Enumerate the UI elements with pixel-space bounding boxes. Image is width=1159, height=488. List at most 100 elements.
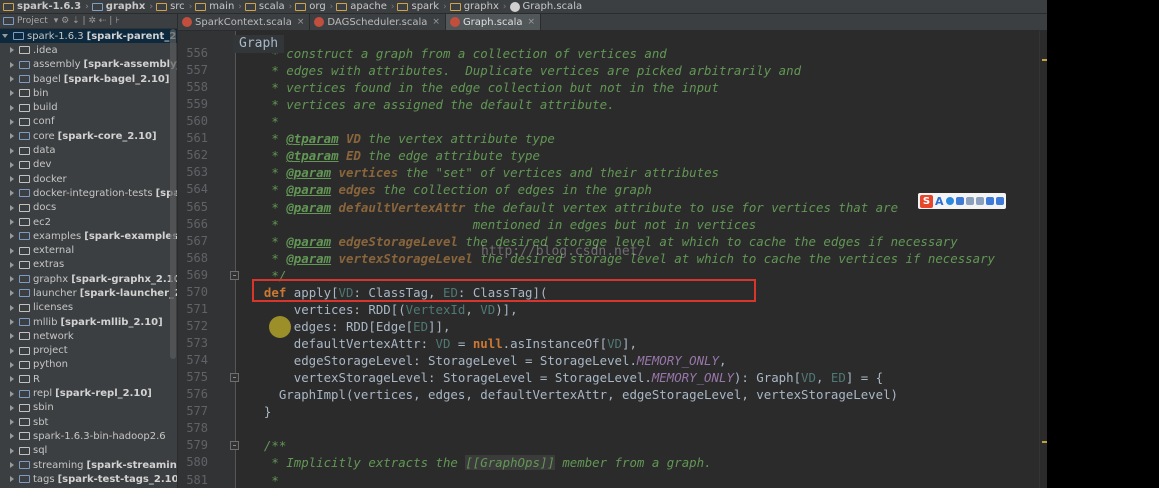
code-line[interactable]: * construct a graph from a collection of… <box>249 45 666 62</box>
tree-item[interactable]: tags [spark-test-tags_2.10] <box>0 472 177 486</box>
nav-crumb[interactable]: graphx › <box>447 1 507 12</box>
tree-item[interactable]: data <box>0 143 177 157</box>
code-line[interactable]: edgeStorageLevel: StorageLevel = Storage… <box>249 352 727 369</box>
tree-item[interactable]: sql <box>0 444 177 458</box>
close-icon[interactable]: × <box>432 17 440 27</box>
chevron-right-icon[interactable] <box>10 233 14 240</box>
chevron-right-icon[interactable] <box>10 304 14 311</box>
fold-marker-icon[interactable] <box>230 270 239 280</box>
keyboard-icon[interactable] <box>965 197 974 205</box>
nav-crumb[interactable]: spark-1.6.3 › <box>0 1 89 12</box>
chevron-right-icon[interactable] <box>10 90 14 97</box>
code-line[interactable]: * <box>249 472 278 488</box>
code-line[interactable]: vertexStorageLevel: StorageLevel = Stora… <box>249 369 883 386</box>
chevron-right-icon[interactable] <box>10 390 14 397</box>
tree-item[interactable]: R <box>0 372 177 386</box>
moon-icon[interactable] <box>945 197 954 205</box>
chevron-right-icon[interactable] <box>10 347 14 354</box>
tree-item[interactable]: sbin <box>0 401 177 415</box>
ime-toolbar[interactable]: S A <box>918 193 1006 209</box>
chevron-right-icon[interactable] <box>10 376 14 383</box>
user-icon[interactable] <box>975 197 984 205</box>
chevron-right-icon[interactable] <box>10 104 14 111</box>
chevron-right-icon[interactable] <box>10 219 14 225</box>
tree-item[interactable]: network <box>0 329 177 343</box>
tree-item[interactable]: dev <box>0 158 177 172</box>
code-line[interactable]: * mentioned in edges but not in vertices <box>249 216 756 233</box>
close-icon[interactable]: × <box>297 17 305 27</box>
chevron-right-icon[interactable] <box>10 118 14 125</box>
code-line[interactable]: * vertices found in the edge collection … <box>249 79 719 96</box>
tree-item[interactable]: spark-1.6.3[spark-parent_2.10]D:\ <box>0 29 177 44</box>
code-line[interactable]: defaultVertexAttr: VD = null.asInstanceO… <box>249 335 637 352</box>
nav-crumb[interactable]: org › <box>292 1 333 12</box>
chevron-right-icon[interactable] <box>10 333 14 340</box>
ime-mode-label[interactable]: A <box>935 195 944 208</box>
tree-item[interactable]: docker-integration-tests[spark-d <box>0 186 177 200</box>
chevron-right-icon[interactable] <box>10 447 14 454</box>
project-tree-scrollbar[interactable] <box>170 29 176 359</box>
tree-item[interactable]: assembly[spark-assembly_2.10] <box>0 58 177 72</box>
chevron-right-icon[interactable] <box>10 433 14 440</box>
tree-item[interactable]: sbt <box>0 415 177 429</box>
code-line[interactable]: * <box>249 113 278 130</box>
editor-scrollbar[interactable] <box>1039 31 1047 488</box>
chevron-right-icon[interactable] <box>10 133 14 140</box>
tree-item[interactable]: core [spark-core_2.10] <box>0 129 177 143</box>
tree-item[interactable]: mllib [spark-mllib_2.10] <box>0 315 177 329</box>
code-line[interactable]: * @param edges the collection of edges i… <box>249 181 652 198</box>
code-line[interactable]: * Implicitly extracts the [[GraphOps]] m… <box>249 454 712 471</box>
nav-crumb[interactable]: src › <box>153 1 192 12</box>
wrench-icon[interactable] <box>995 197 1004 205</box>
tree-item[interactable]: ec2 <box>0 215 177 229</box>
code-editor[interactable]: 556 557 558 559 560 561 562 563 564 565 566 567 568 5… <box>178 31 1047 488</box>
chevron-down-icon[interactable] <box>2 34 8 39</box>
chevron-right-icon[interactable] <box>10 61 14 68</box>
code-line[interactable]: } <box>249 403 271 420</box>
nav-crumb[interactable]: main › <box>192 1 242 12</box>
tree-item[interactable]: examples[spark-examples_2.10] <box>0 229 177 243</box>
tree-item[interactable]: python <box>0 358 177 372</box>
chevron-right-icon[interactable] <box>10 261 14 268</box>
code-line[interactable]: vertices: RDD[(VertexId, VD)], <box>249 301 518 318</box>
chevron-right-icon[interactable] <box>10 276 14 283</box>
tree-item[interactable]: build <box>0 100 177 114</box>
tree-item[interactable]: launcher[spark-launcher_2.10] <box>0 286 177 300</box>
nav-crumb[interactable]: apache › <box>333 1 394 12</box>
tree-item[interactable]: repl [spark-repl_2.10] <box>0 386 177 400</box>
chevron-right-icon[interactable] <box>10 161 14 168</box>
chevron-right-icon[interactable] <box>10 419 14 426</box>
fold-marker-icon[interactable] <box>230 441 239 451</box>
tree-item[interactable]: .idea <box>0 43 177 57</box>
code-line[interactable]: * edges with attributes. Duplicate verti… <box>249 62 801 79</box>
punctuation-icon[interactable] <box>955 197 964 205</box>
tree-item[interactable]: extras <box>0 258 177 272</box>
chevron-right-icon[interactable] <box>10 361 14 368</box>
tree-item[interactable]: spark-1.6.3-bin-hadoop2.6 <box>0 429 177 443</box>
chevron-right-icon[interactable] <box>10 247 14 254</box>
tree-item[interactable]: project <box>0 344 177 358</box>
chevron-right-icon[interactable] <box>10 476 14 483</box>
chevron-right-icon[interactable] <box>10 462 14 469</box>
chevron-right-icon[interactable] <box>10 190 14 197</box>
chevron-right-icon[interactable] <box>10 290 14 297</box>
shirt-icon[interactable] <box>985 197 994 205</box>
tree-item[interactable]: graphx [spark-graphx_2.10] <box>0 272 177 286</box>
nav-crumb[interactable]: graphx › <box>89 1 153 12</box>
nav-crumb[interactable]: Graph.scala <box>507 1 582 12</box>
chevron-right-icon[interactable] <box>10 76 14 83</box>
tree-item[interactable]: external <box>0 243 177 257</box>
editor-tab[interactable]: SparkContext.scala × <box>178 14 311 30</box>
code-line[interactable]: * @tparam ED the edge attribute type <box>249 147 540 164</box>
nav-crumb[interactable]: spark › <box>394 1 447 12</box>
code-line[interactable]: * @tparam VD the vertex attribute type <box>249 130 555 147</box>
editor-breadcrumb[interactable]: Graph <box>233 35 285 53</box>
tree-item[interactable]: docker <box>0 172 177 186</box>
project-panel-tools[interactable]: ▾ ⚙ ⇣ | ✲ ⇠ | ⊦ <box>54 16 120 26</box>
editor-tab[interactable]: Graph.scala × <box>445 14 542 30</box>
tree-item[interactable]: licenses <box>0 301 177 315</box>
chevron-right-icon[interactable] <box>10 319 14 326</box>
chevron-right-icon[interactable] <box>10 204 14 211</box>
chevron-right-icon[interactable] <box>10 147 14 154</box>
editor-tab[interactable]: DAGScheduler.scala × <box>310 14 446 30</box>
